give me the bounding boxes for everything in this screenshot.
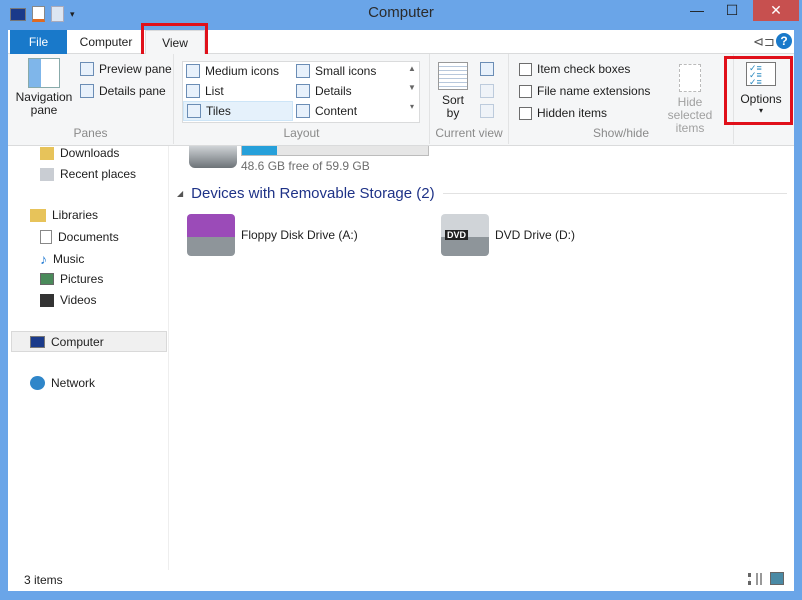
group-by-icon[interactable] — [480, 62, 494, 76]
nav-network[interactable]: Network — [30, 376, 95, 390]
layout-content[interactable]: Content — [296, 104, 357, 118]
group-layout: Medium icons Small icons List Details Ti… — [174, 54, 430, 144]
collapse-icon: ◢ — [177, 189, 184, 198]
nav-libraries[interactable]: Libraries — [30, 208, 98, 222]
content-icon — [296, 104, 310, 118]
floppy-drive-icon — [187, 214, 235, 256]
recent-places-icon — [40, 167, 54, 181]
add-columns-icon — [480, 84, 494, 98]
layout-medium-icons[interactable]: Medium icons — [186, 64, 279, 78]
layout-small-icons[interactable]: Small icons — [296, 64, 376, 78]
navigation-pane-button[interactable]: Navigation pane — [14, 58, 74, 117]
tiles-icon — [187, 104, 201, 118]
group-panes: Navigation pane Preview pane Details pan… — [8, 54, 174, 144]
dvd-drive-icon: DVD — [441, 214, 489, 256]
preview-pane-icon — [80, 62, 94, 76]
file-name-extensions-checkbox[interactable]: File name extensions — [519, 84, 650, 98]
medium-icons-icon — [186, 64, 200, 78]
hide-selected-icon — [679, 64, 701, 92]
group-current-view: Sort by Current view — [430, 54, 509, 144]
hidden-items-checkbox[interactable]: Hidden items — [519, 106, 607, 120]
drive-free-space: 48.6 GB free of 59.9 GB — [241, 159, 370, 173]
help-icon[interactable]: ? — [776, 33, 792, 49]
nav-recent-places[interactable]: Recent places — [40, 167, 136, 181]
layout-details[interactable]: Details — [296, 84, 352, 98]
nav-downloads[interactable]: Downloads — [40, 146, 119, 160]
pin-ribbon-icon[interactable]: ⊲⊐ — [753, 34, 775, 50]
layout-scroll[interactable]: ▲ ▼ ▾ — [408, 64, 416, 111]
nav-videos[interactable]: Videos — [40, 293, 96, 307]
item-check-boxes-checkbox[interactable]: Item check boxes — [519, 62, 630, 76]
device-floppy[interactable]: Floppy Disk Drive (A:) — [187, 214, 358, 256]
large-icons-view-icon[interactable] — [770, 572, 784, 585]
sort-by-icon — [438, 62, 468, 90]
pictures-icon — [40, 273, 54, 285]
nav-computer[interactable]: Computer — [11, 331, 167, 352]
details-view-icon[interactable] — [748, 573, 762, 585]
device-dvd[interactable]: DVD DVD Drive (D:) — [441, 214, 575, 256]
downloads-icon — [40, 146, 54, 160]
group-show-hide: Item check boxes File name extensions Hi… — [509, 54, 734, 144]
libraries-icon — [30, 208, 46, 222]
highlight-options-button — [724, 56, 793, 125]
details-pane-button[interactable]: Details pane — [80, 84, 166, 98]
close-button[interactable]: ✕ — [753, 0, 799, 21]
network-icon — [30, 376, 45, 390]
sort-by-button[interactable]: Sort by — [438, 62, 468, 120]
ribbon: Navigation pane Preview pane Details pan… — [8, 54, 794, 146]
tab-computer[interactable]: Computer — [70, 30, 142, 54]
status-bar: 3 items — [8, 570, 794, 591]
videos-icon — [40, 293, 54, 307]
preview-pane-button[interactable]: Preview pane — [80, 62, 172, 76]
hard-drive-icon — [189, 146, 237, 168]
item-count: 3 items — [24, 573, 63, 587]
navigation-pane-icon — [28, 58, 60, 88]
music-icon: ♪ — [40, 251, 47, 267]
details-pane-icon — [80, 84, 94, 98]
ribbon-tabs: File Computer View ⊲⊐ ? — [8, 30, 794, 55]
layout-list[interactable]: List — [186, 84, 224, 98]
documents-icon — [40, 230, 52, 244]
small-icons-icon — [296, 64, 310, 78]
nav-pictures[interactable]: Pictures — [40, 272, 103, 286]
hide-selected-items-button: Hide selected items — [655, 64, 725, 135]
drive-usage-bar — [241, 146, 429, 156]
maximize-button[interactable]: ☐ — [714, 0, 750, 21]
details-icon — [296, 84, 310, 98]
tab-file[interactable]: File — [10, 30, 67, 54]
nav-documents[interactable]: Documents — [40, 230, 119, 244]
navigation-pane: Downloads Recent places Libraries Docume… — [8, 146, 169, 570]
layout-tiles[interactable]: Tiles — [183, 101, 293, 121]
group-header-removable[interactable]: ◢ Devices with Removable Storage (2) — [177, 185, 787, 202]
minimize-button[interactable]: — — [680, 0, 714, 21]
size-columns-icon — [480, 104, 494, 118]
list-icon — [186, 84, 200, 98]
content-area: 48.6 GB free of 59.9 GB ◢ Devices with R… — [169, 146, 794, 570]
nav-music[interactable]: ♪ Music — [40, 251, 84, 267]
computer-icon — [30, 335, 45, 348]
